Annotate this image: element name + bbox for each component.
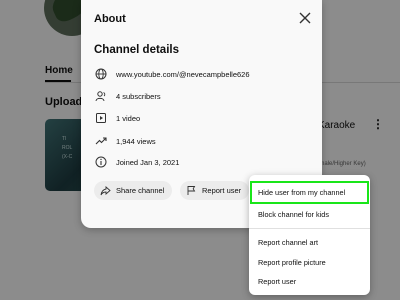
joined-date: Joined Jan 3, 2021 <box>116 157 180 167</box>
share-icon <box>100 185 111 196</box>
close-icon <box>299 12 311 24</box>
info-icon <box>94 155 108 169</box>
view-count: 1,944 views <box>116 136 156 146</box>
detail-row-link[interactable]: www.youtube.com/@nevecampbelle626 <box>94 67 250 81</box>
trending-icon <box>94 134 108 148</box>
channel-details-heading: Channel details <box>94 44 179 56</box>
menu-divider <box>249 228 370 229</box>
menu-item-report-profile-picture[interactable]: Report profile picture <box>249 253 370 271</box>
detail-row-joined: Joined Jan 3, 2021 <box>94 155 179 169</box>
dialog-title: About <box>94 13 126 25</box>
report-menu: Hide user from my channel Block channel … <box>249 175 370 295</box>
channel-url[interactable]: www.youtube.com/@nevecampbelle626 <box>116 70 250 79</box>
subscriber-count: 4 subscribers <box>116 91 161 101</box>
flag-icon <box>186 185 197 196</box>
video-count: 1 video <box>116 113 141 123</box>
menu-item-block-for-kids[interactable]: Block channel for kids <box>249 205 370 223</box>
detail-row-videos: 1 video <box>94 111 140 125</box>
detail-row-subscribers: 4 subscribers <box>94 89 161 103</box>
menu-item-report-channel-art[interactable]: Report channel art <box>249 233 370 251</box>
report-user-button[interactable]: Report user <box>180 181 250 200</box>
share-channel-button[interactable]: Share channel <box>94 181 173 200</box>
globe-icon <box>94 67 108 81</box>
detail-row-views: 1,944 views <box>94 134 156 148</box>
menu-item-report-user[interactable]: Report user <box>249 272 370 290</box>
menu-item-hide-user[interactable]: Hide user from my channel <box>250 181 369 204</box>
share-channel-label: Share channel <box>116 186 165 195</box>
report-user-label: Report user <box>202 186 242 195</box>
subscribers-icon <box>94 89 108 103</box>
video-icon <box>94 111 108 125</box>
close-button[interactable] <box>297 10 313 26</box>
